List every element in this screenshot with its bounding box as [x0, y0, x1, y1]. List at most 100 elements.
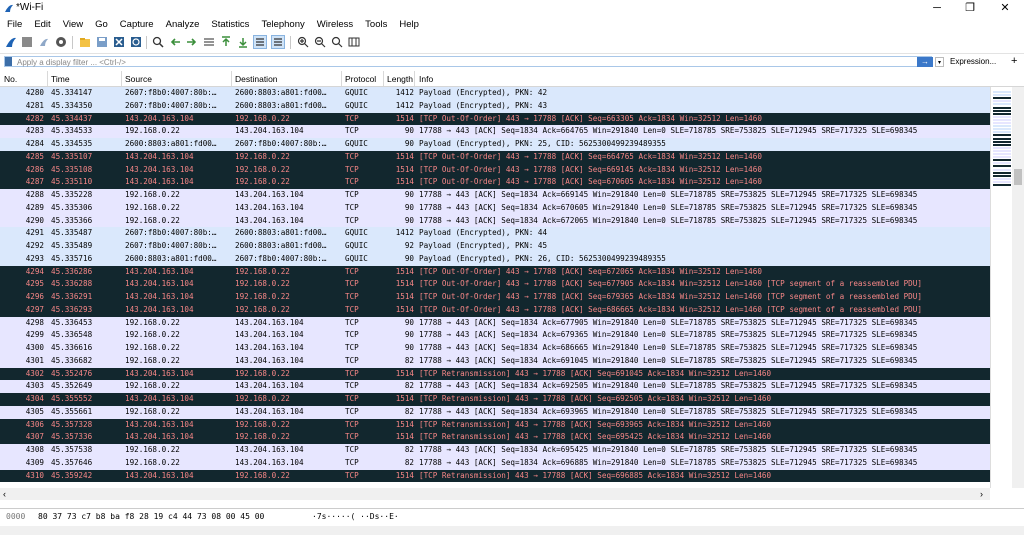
scroll-left-icon[interactable]: ‹ — [3, 488, 6, 500]
packet-row[interactable]: 4303 45.352649 192.168.0.22 143.204.163.104… — [0, 380, 990, 393]
packet-cell-src: 143.204.163.104 — [125, 164, 194, 174]
column-divider[interactable] — [47, 71, 48, 86]
column-no[interactable]: No. — [4, 74, 17, 84]
packet-row[interactable]: 4294 45.336286 143.204.163.104 192.168.0.22… — [0, 265, 990, 279]
packet-row[interactable]: 4300 45.336616 192.168.0.22 143.204.163.104… — [0, 342, 990, 355]
column-source[interactable]: Source — [125, 74, 152, 84]
column-divider[interactable] — [341, 71, 342, 86]
zoom-out-icon[interactable] — [313, 35, 327, 49]
vertical-scroll-thumb[interactable] — [1014, 169, 1022, 185]
column-length[interactable]: Length — [387, 74, 413, 84]
packet-row[interactable]: 4298 45.336453 192.168.0.22 143.204.163.104… — [0, 316, 990, 330]
column-destination[interactable]: Destination — [235, 74, 278, 84]
packet-cell-info: 17788 → 443 [ACK] Seq=1834 Ack=669145 Wi… — [419, 190, 918, 199]
packet-row[interactable]: 4282 45.334437 143.204.163.104 192.168.0.22… — [0, 112, 990, 126]
vertical-scrollbar[interactable] — [1012, 87, 1024, 488]
packet-minimap[interactable] — [990, 87, 1013, 488]
packet-row[interactable]: 4299 45.336548 192.168.0.22 143.204.163.104… — [0, 329, 990, 342]
capture-options-icon[interactable] — [54, 35, 68, 49]
column-time[interactable]: Time — [51, 74, 70, 84]
packet-row[interactable]: 4307 45.357336 143.204.163.104 192.168.0.22… — [0, 431, 990, 444]
packet-row[interactable]: 4308 45.357538 192.168.0.22 143.204.163.104… — [0, 444, 990, 457]
bytes-hex[interactable]: 80 37 73 c7 b8 ba f8 28 19 c4 44 73 08 0… — [38, 509, 264, 525]
find-packet-icon[interactable] — [151, 35, 165, 49]
save-file-icon[interactable] — [95, 35, 109, 49]
bytes-ascii[interactable]: ·7s·····( ··Ds··E· — [312, 509, 399, 525]
zoom-in-icon[interactable] — [296, 35, 310, 49]
filter-history-dropdown[interactable]: ▾ — [935, 57, 944, 67]
packet-row[interactable]: 4285 45.335107 143.204.163.104 192.168.0.22… — [0, 150, 990, 164]
menu-file[interactable]: File — [7, 17, 22, 32]
filter-bookmark-icon[interactable] — [5, 57, 12, 66]
packet-list[interactable]: 4280 45.334147 2607:f8b0:4007:80b:… 2600:88… — [0, 87, 990, 488]
packet-row[interactable]: 4290 45.335366 192.168.0.22 143.204.163.104… — [0, 214, 990, 228]
display-filter-input[interactable]: Apply a display filter ... <Ctrl-/> — [4, 56, 932, 67]
menu-view[interactable]: View — [63, 17, 83, 32]
colorize-icon[interactable] — [271, 35, 285, 49]
packet-row[interactable]: 4304 45.355552 143.204.163.104 192.168.0.22… — [0, 393, 990, 406]
menu-capture[interactable]: Capture — [120, 17, 154, 32]
packet-row[interactable]: 4281 45.334350 2607:f8b0:4007:80b:… 2600:88… — [0, 99, 990, 113]
menu-edit[interactable]: Edit — [34, 17, 50, 32]
packet-row[interactable]: 4286 45.335108 143.204.163.104 192.168.0.22… — [0, 163, 990, 177]
packet-row[interactable]: 4293 45.335716 2600:8803:a801:fd00… 2607:f8… — [0, 252, 990, 266]
packet-cell-dst: 192.168.0.22 — [235, 304, 290, 314]
packet-row[interactable]: 4295 45.336288 143.204.163.104 192.168.0.22… — [0, 278, 990, 291]
go-first-packet-icon[interactable] — [219, 35, 233, 49]
open-file-icon[interactable] — [78, 35, 92, 49]
add-filter-button[interactable]: + — [1011, 55, 1017, 67]
apply-filter-button[interactable]: → — [917, 57, 933, 67]
packet-row[interactable]: 4283 45.334533 192.168.0.22 143.204.163.104… — [0, 125, 990, 138]
packet-row[interactable]: 4289 45.335306 192.168.0.22 143.204.163.104… — [0, 201, 990, 215]
packet-row[interactable]: 4280 45.334147 2607:f8b0:4007:80b:… 2600:88… — [0, 87, 990, 100]
packet-cell-time: 45.336453 — [51, 317, 93, 327]
column-protocol[interactable]: Protocol — [345, 74, 376, 84]
packet-row[interactable]: 4287 45.335110 143.204.163.104 192.168.0.22… — [0, 176, 990, 189]
scroll-right-icon[interactable]: › — [980, 488, 983, 500]
menu-wireless[interactable]: Wireless — [317, 17, 353, 32]
menu-go[interactable]: Go — [95, 17, 108, 32]
menu-telephony[interactable]: Telephony — [261, 17, 304, 32]
column-divider[interactable] — [414, 71, 415, 86]
go-forward-icon[interactable] — [185, 35, 199, 49]
packet-row[interactable]: 4292 45.335489 2607:f8b0:4007:80b:… 2600:88… — [0, 240, 990, 253]
packet-row[interactable]: 4309 45.357646 192.168.0.22 143.204.163.104… — [0, 456, 990, 470]
packet-row[interactable]: 4305 45.355661 192.168.0.22 143.204.163.104… — [0, 405, 990, 419]
maximize-button[interactable]: ❐ — [955, 0, 985, 16]
packet-row[interactable]: 4310 45.359242 143.204.163.104 192.168.0.22… — [0, 469, 990, 483]
go-last-packet-icon[interactable] — [236, 35, 250, 49]
column-info[interactable]: Info — [419, 74, 433, 84]
packet-row[interactable]: 4297 45.336293 143.204.163.104 192.168.0.22… — [0, 303, 990, 317]
packet-row[interactable]: 4302 45.352476 143.204.163.104 192.168.0.22… — [0, 367, 990, 381]
packet-row[interactable]: 4301 45.336682 192.168.0.22 143.204.163.104… — [0, 354, 990, 368]
autoscroll-icon[interactable] — [253, 35, 267, 49]
minimap-mark — [993, 115, 1011, 118]
minimize-button[interactable]: ─ — [922, 0, 952, 16]
zoom-normal-icon[interactable] — [330, 35, 344, 49]
column-divider[interactable] — [121, 71, 122, 86]
horizontal-scrollbar[interactable]: ‹ › — [0, 488, 990, 500]
reload-file-icon[interactable] — [129, 35, 143, 49]
packet-cell-src: 143.204.163.104 — [125, 394, 194, 403]
menu-statistics[interactable]: Statistics — [211, 17, 249, 32]
menu-tools[interactable]: Tools — [365, 17, 387, 32]
packet-row[interactable]: 4284 45.334535 2600:8803:a801:fd00… 2607:f8… — [0, 138, 990, 151]
packet-cell-info: 17788 → 443 [ACK] Seq=1834 Ack=686665 Wi… — [419, 343, 918, 352]
column-divider[interactable] — [231, 71, 232, 86]
column-divider[interactable] — [383, 71, 384, 86]
start-capture-icon[interactable] — [4, 35, 18, 49]
expression-button[interactable]: Expression... — [950, 57, 996, 66]
go-back-icon[interactable] — [168, 35, 182, 49]
packet-row[interactable]: 4296 45.336291 143.204.163.104 192.168.0.22… — [0, 291, 990, 304]
close-button[interactable]: ✕ — [990, 0, 1020, 16]
packet-row[interactable]: 4306 45.357328 143.204.163.104 192.168.0.22… — [0, 418, 990, 432]
restart-capture-icon[interactable] — [37, 35, 51, 49]
stop-capture-icon[interactable] — [20, 35, 34, 49]
resize-columns-icon[interactable] — [347, 35, 361, 49]
packet-row[interactable]: 4291 45.335487 2607:f8b0:4007:80b:… 2600:88… — [0, 227, 990, 240]
close-file-icon[interactable] — [112, 35, 126, 49]
menu-analyze[interactable]: Analyze — [166, 17, 200, 32]
go-to-packet-icon[interactable] — [202, 35, 216, 49]
menu-help[interactable]: Help — [399, 17, 419, 32]
packet-row[interactable]: 4288 45.335228 192.168.0.22 143.204.163.104… — [0, 189, 990, 202]
